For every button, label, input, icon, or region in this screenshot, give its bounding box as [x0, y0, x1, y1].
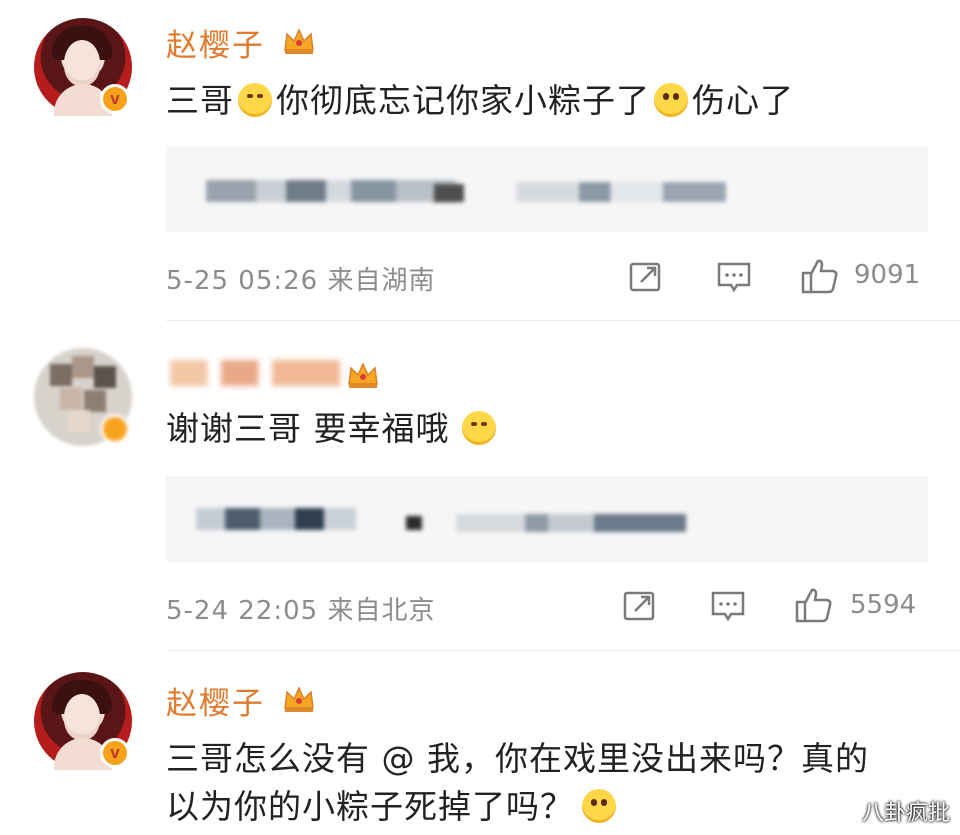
comment-icon[interactable]	[716, 259, 752, 295]
like-icon[interactable]	[800, 256, 840, 296]
comment-item: v 赵樱子 三哥 你彻底忘记你家小粽子了 伤心了 5-25 05:26 来自湖南 9…	[0, 0, 960, 320]
username[interactable]: 赵樱子	[166, 678, 265, 723]
avatar[interactable]: v	[34, 672, 132, 770]
comment-text-line: 以为你的小粽子死掉了吗？	[166, 782, 620, 832]
crown-icon	[348, 362, 378, 388]
comment-text: 谢谢三哥 要幸福哦	[166, 404, 500, 454]
watermark: 八卦疯批	[861, 801, 950, 826]
verified-badge-icon	[100, 414, 130, 444]
blur-tile	[68, 410, 90, 432]
hug-emoji	[461, 411, 496, 445]
blurred-text	[434, 184, 464, 202]
crown-icon	[284, 686, 314, 712]
avatar[interactable]: v	[34, 18, 132, 116]
repost-icon[interactable]	[622, 588, 658, 624]
blur-tile	[60, 388, 82, 410]
timestamp-location: 5-24 22:05 来自北京	[166, 596, 436, 626]
repost-icon[interactable]	[628, 259, 664, 295]
comment-text-part: 伤心了	[692, 81, 794, 120]
username[interactable]: 赵樱子	[166, 20, 265, 65]
timestamp-location: 5-25 05:26 来自湖南	[166, 266, 436, 296]
blur-tile	[84, 390, 106, 412]
comment-icon[interactable]	[710, 588, 746, 624]
blur-tile	[50, 364, 72, 386]
comment-text-part: 你彻底忘记你家小粽子了	[276, 81, 650, 120]
crown-icon	[284, 28, 314, 54]
blurred-text	[196, 508, 356, 530]
smile-emoji	[238, 83, 272, 117]
comment-text: 三哥 你彻底忘记你家小粽子了 伤心了	[166, 76, 794, 126]
comment-item: 谢谢三哥 要幸福哦 5-24 22:05 来自北京 5594	[0, 320, 960, 650]
comment-text-line: 三哥怎么没有 @ 我，你在戏里没出来吗？真的	[166, 739, 869, 778]
like-icon[interactable]	[794, 585, 834, 625]
like-count: 9091	[854, 260, 921, 290]
verified-badge-icon: v	[100, 738, 130, 768]
comment-text-part: 谢谢三哥 要幸福哦	[166, 409, 450, 448]
cry-emoji	[582, 789, 616, 823]
quoted-content-blurred[interactable]	[166, 476, 928, 562]
verified-badge-icon: v	[100, 84, 130, 114]
blur-tile	[94, 366, 116, 388]
avatar-face	[64, 40, 100, 86]
comment-text-part: 以为你的小粽子死掉了吗？	[166, 787, 574, 826]
avatar-face	[64, 694, 100, 740]
sad-emoji	[654, 83, 688, 117]
quoted-content-blurred[interactable]	[166, 146, 928, 232]
like-count: 5594	[850, 590, 917, 620]
blur-tile	[72, 356, 94, 378]
comment-text-part: 三哥	[166, 81, 234, 120]
blurred-text	[456, 514, 686, 532]
blurred-text	[516, 182, 726, 202]
blurred-text	[406, 516, 422, 530]
avatar[interactable]	[34, 348, 132, 446]
username-blurred[interactable]	[170, 360, 340, 386]
comment-item: v 赵樱子 三哥怎么没有 @ 我，你在戏里没出来吗？真的 以为你的小粽子死掉了吗…	[0, 650, 960, 835]
blurred-text	[206, 180, 456, 202]
